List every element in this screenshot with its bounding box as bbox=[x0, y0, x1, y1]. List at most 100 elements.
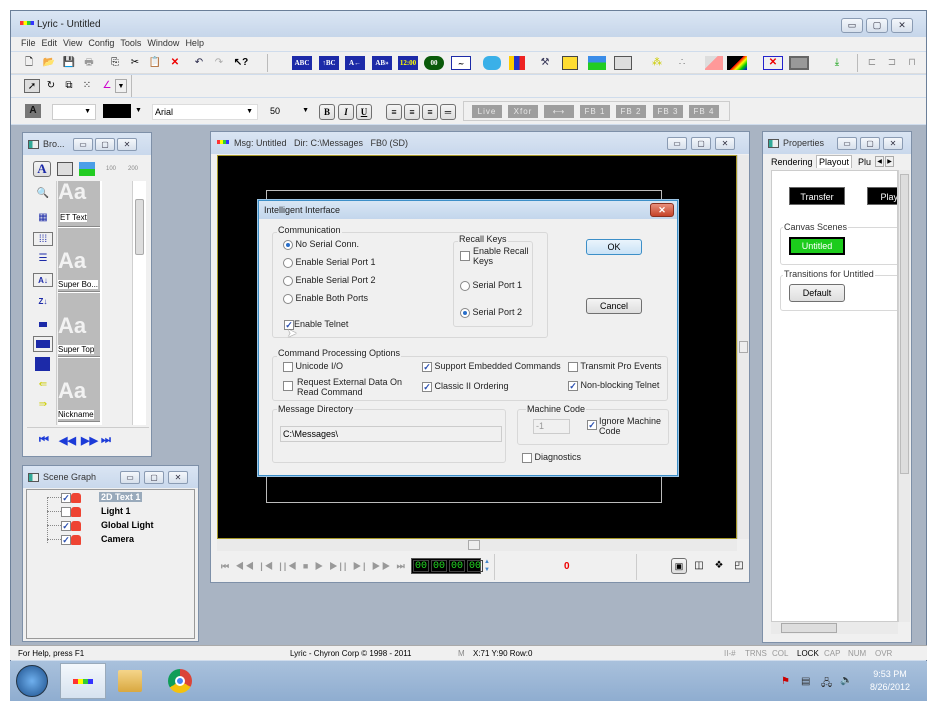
center-icon[interactable]: ⁙ bbox=[79, 79, 95, 93]
scene-close-button[interactable]: ✕ bbox=[168, 471, 188, 484]
rotate-icon[interactable]: ↻ bbox=[43, 79, 59, 93]
swap-button[interactable]: ⟷ bbox=[544, 105, 574, 118]
size-select[interactable]: 50 ▼ bbox=[267, 104, 313, 120]
view-wire-icon[interactable]: ◫ bbox=[691, 559, 707, 573]
tab-plugins[interactable]: Plu bbox=[858, 157, 871, 167]
tray-network-icon[interactable]: 🖧 bbox=[821, 676, 832, 693]
close-button[interactable]: ✕ bbox=[891, 18, 913, 33]
fb2-button[interactable]: FB 2 bbox=[616, 105, 646, 118]
tray-device-icon[interactable]: ▤ bbox=[801, 676, 810, 687]
align-left-button[interactable]: ≡ bbox=[386, 104, 402, 120]
step-forward-button[interactable]: ▶| bbox=[353, 561, 368, 571]
tab-playout[interactable]: Playout bbox=[816, 155, 853, 168]
radio[interactable] bbox=[283, 257, 293, 268]
radio[interactable] bbox=[283, 293, 293, 304]
italic-button[interactable]: I bbox=[338, 104, 354, 120]
justify-button[interactable]: ═ bbox=[440, 104, 456, 120]
scene-untitled-button[interactable]: Untitled bbox=[789, 237, 845, 255]
browser-scrollbar[interactable] bbox=[132, 181, 146, 425]
large-icons-icon[interactable]: ⁞⁞⁞ bbox=[33, 232, 53, 246]
medium-size-icon[interactable] bbox=[33, 336, 53, 352]
align-right-icon[interactable]: ⊐ bbox=[884, 56, 900, 70]
menu-config[interactable]: Config bbox=[88, 37, 120, 51]
minimize-button[interactable]: ▭ bbox=[841, 18, 863, 33]
prev-button[interactable]: ◀◀ bbox=[59, 434, 76, 447]
checkbox-classic-ii-ordering[interactable]: ✓ Classic II Ordering bbox=[422, 381, 509, 392]
tab-scroll-left-button[interactable]: ◀ bbox=[875, 156, 884, 167]
taskbar-lyric-button[interactable] bbox=[60, 663, 106, 699]
checkbox-unicode-io[interactable]: Unicode I/O bbox=[283, 361, 343, 372]
checkbox-enable-recall-keys[interactable]: Enable Recall Keys bbox=[460, 246, 530, 266]
rewind-button[interactable]: ◀◀ bbox=[236, 561, 256, 571]
grid-icon[interactable]: ▦ bbox=[35, 211, 51, 225]
scene-minimize-button[interactable]: ▭ bbox=[120, 471, 140, 484]
visible-checkbox[interactable] bbox=[61, 506, 71, 517]
sort-za-icon[interactable]: Z↓ bbox=[35, 295, 51, 309]
properties-minimize-button[interactable]: ▭ bbox=[837, 137, 857, 150]
browser-item[interactable]: Aa Super Top bbox=[58, 293, 100, 357]
stop-button[interactable]: ■ bbox=[303, 561, 310, 571]
monitor-icon[interactable] bbox=[789, 56, 809, 70]
tree-item[interactable]: ✓ Global Light bbox=[47, 520, 187, 534]
search-icon[interactable]: 🔍 bbox=[35, 187, 51, 201]
browser-minimize-button[interactable]: ▭ bbox=[73, 138, 93, 151]
menu-edit[interactable]: Edit bbox=[42, 37, 64, 51]
open-icon[interactable]: 📂 bbox=[41, 56, 57, 70]
paste-icon[interactable]: 📋 bbox=[147, 56, 163, 70]
eraser-icon[interactable] bbox=[705, 56, 723, 70]
points-icon[interactable]: ∴ bbox=[673, 56, 691, 70]
tab-200-icon[interactable]: 200 bbox=[125, 162, 141, 176]
play-button[interactable]: ▶ bbox=[315, 561, 325, 571]
undo-icon[interactable]: ↶ bbox=[191, 56, 207, 70]
image-icon[interactable] bbox=[562, 56, 578, 70]
frame-back-button[interactable]: ||◀ bbox=[279, 561, 298, 571]
step-back-button[interactable]: |◀ bbox=[260, 561, 275, 571]
tray-flag-icon[interactable]: ⚑ bbox=[781, 676, 790, 687]
canvas-vscroll[interactable] bbox=[737, 155, 749, 539]
redo-icon[interactable]: ↷ bbox=[211, 56, 227, 70]
lock-icon[interactable] bbox=[71, 534, 81, 545]
timecode-spinner[interactable]: ▲ ▼ bbox=[482, 558, 492, 574]
view-perspective-icon[interactable]: ◰ bbox=[731, 559, 747, 573]
radio-serial-port-1[interactable]: Enable Serial Port 1 bbox=[283, 257, 376, 268]
text-abc-icon[interactable]: ABC bbox=[292, 56, 312, 70]
large-size-icon[interactable] bbox=[35, 357, 50, 371]
browser-item[interactable]: Aa Nickname bbox=[58, 358, 100, 422]
menu-tools[interactable]: Tools bbox=[120, 37, 147, 51]
radio[interactable] bbox=[283, 275, 293, 286]
xfor-button[interactable]: Xfor bbox=[508, 105, 538, 118]
go-end-button[interactable]: ⏭ bbox=[397, 561, 407, 571]
import-icon[interactable]: ⇚ bbox=[35, 378, 51, 392]
checkbox[interactable] bbox=[283, 361, 293, 372]
menu-window[interactable]: Window bbox=[147, 37, 185, 51]
ok-button[interactable]: OK bbox=[586, 239, 642, 255]
last-button[interactable]: ⏭ bbox=[101, 434, 111, 447]
scroll-thumb[interactable] bbox=[739, 341, 748, 353]
tab-100-icon[interactable]: 100 bbox=[103, 162, 119, 176]
tab-scroll-right-button[interactable]: ▶ bbox=[885, 156, 894, 167]
radio-recall-port-2[interactable]: Serial Port 2 bbox=[460, 307, 522, 318]
browser-maximize-button[interactable]: ▢ bbox=[95, 138, 115, 151]
checkbox[interactable]: ✓ bbox=[422, 361, 432, 372]
checkbox[interactable]: ✓ bbox=[587, 420, 597, 430]
no-output-icon[interactable]: ✕ bbox=[763, 56, 783, 70]
save-icon[interactable]: 💾 bbox=[61, 56, 77, 70]
tree-item[interactable]: ✓ 2D Text 1 bbox=[47, 492, 187, 506]
canvas-maximize-button[interactable]: ▢ bbox=[691, 137, 711, 150]
checkbox-diagnostics[interactable]: Diagnostics bbox=[522, 452, 581, 463]
view-solid-icon[interactable]: ❖ bbox=[711, 559, 727, 573]
lock-icon[interactable] bbox=[71, 520, 81, 531]
cut-icon[interactable]: ✂ bbox=[127, 56, 143, 70]
color-select[interactable]: ▼ bbox=[103, 104, 147, 120]
start-button[interactable] bbox=[16, 665, 48, 697]
primitives-icon[interactable] bbox=[509, 56, 525, 70]
dialog-close-button[interactable]: ✕ bbox=[650, 203, 674, 217]
scroll-thumb[interactable] bbox=[468, 540, 480, 550]
live-button[interactable]: Live bbox=[472, 105, 502, 118]
properties-hscroll[interactable] bbox=[771, 622, 898, 634]
lock-icon[interactable] bbox=[71, 492, 81, 503]
style-select[interactable]: ▼ bbox=[52, 104, 96, 120]
scroll-thumb[interactable] bbox=[781, 623, 837, 633]
properties-maximize-button[interactable]: ▢ bbox=[860, 137, 880, 150]
next-button[interactable]: ▶▶ bbox=[81, 434, 98, 447]
